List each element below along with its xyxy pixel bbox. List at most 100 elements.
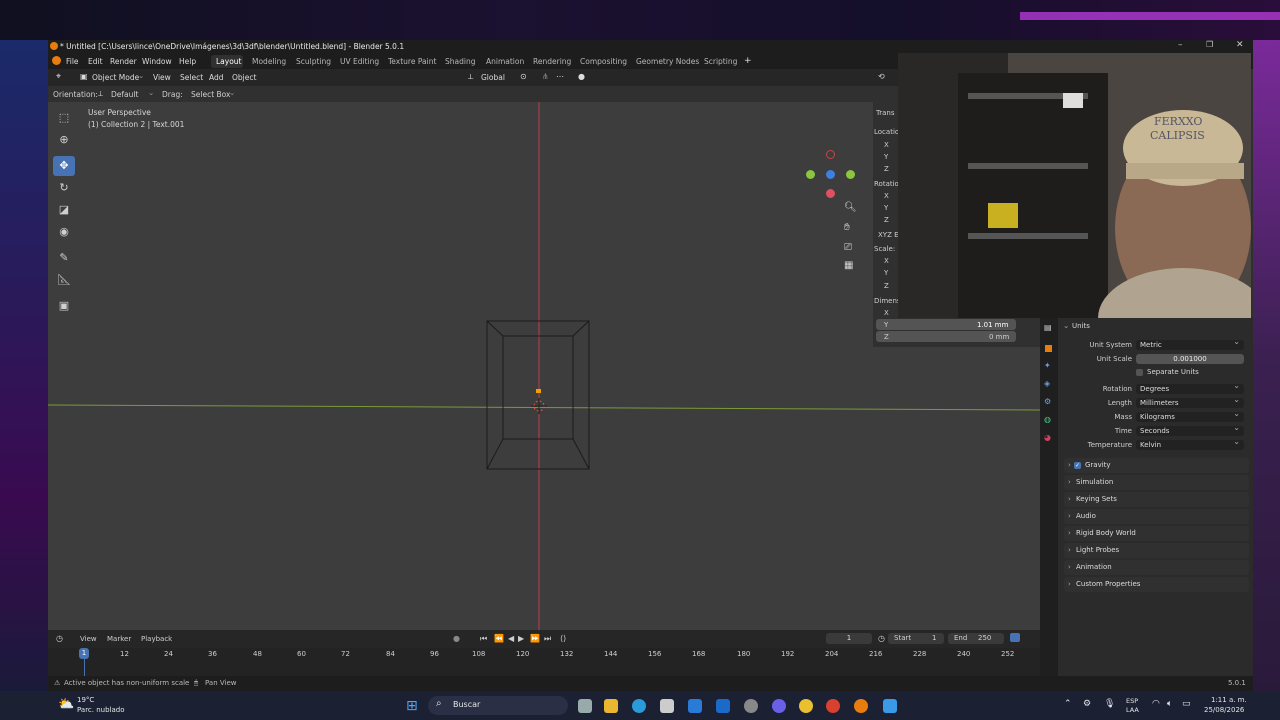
length-units-dropdown[interactable]: Millimeters [1136, 395, 1244, 408]
preview-range-icon[interactable]: ◷ [878, 634, 885, 643]
start-icon[interactable]: ⊞ [406, 698, 418, 714]
menu-select[interactable]: Select [180, 73, 203, 82]
jump-end-icon[interactable]: ⏭ [544, 634, 551, 644]
editor-type-icon[interactable]: ⌖ [56, 72, 61, 82]
snap-target-icon[interactable]: ⋯ [556, 72, 564, 81]
timeline-playback-menu[interactable]: Playback [141, 635, 172, 643]
volume-icon[interactable]: 🔈︎ [1167, 699, 1172, 709]
rotation-units-dropdown[interactable]: Degrees [1136, 381, 1244, 394]
menu-render[interactable]: Render [110, 57, 137, 66]
collection-tab-icon[interactable]: ◕ [1044, 433, 1051, 442]
discord-icon[interactable] [772, 699, 786, 713]
hand-icon[interactable]: ✋︎ [844, 222, 850, 233]
scale-tool-icon[interactable]: ◪ [53, 200, 75, 220]
gravity-panel[interactable]: › ✓ Gravity [1064, 458, 1249, 473]
file-explorer-icon[interactable] [604, 699, 618, 713]
tab-animation[interactable]: Animation [486, 57, 524, 66]
blender-taskbar-icon[interactable] [854, 699, 868, 713]
autokey-icon[interactable]: ● [453, 634, 460, 643]
unit-scale-field[interactable]: 0.001000 [1136, 354, 1244, 364]
chrome-icon[interactable] [799, 699, 813, 713]
play-icon[interactable]: ▶ [518, 634, 524, 643]
render-tab-icon[interactable] [1045, 345, 1052, 352]
rigid-body-world-panel[interactable]: › Rigid Body World [1064, 526, 1249, 541]
mode-dropdown[interactable]: Object Mode [92, 73, 139, 82]
transform-orientation-dropdown[interactable]: Global [481, 73, 505, 82]
tray-chevron-icon[interactable]: ⌃ [1064, 699, 1072, 709]
dim-y-field[interactable]: 1.01 mm [977, 321, 1008, 329]
battery-icon[interactable]: ▭ [1182, 699, 1191, 709]
store-icon[interactable] [660, 699, 674, 713]
reverse-play-icon[interactable]: ◀ [508, 634, 514, 643]
tab-shading[interactable]: Shading [445, 57, 475, 66]
output-tab-icon[interactable]: ✦ [1044, 361, 1051, 370]
menu-object[interactable]: Object [232, 73, 256, 82]
rotate-tool-icon[interactable]: ↻ [53, 178, 75, 198]
gizmo-y-pos-icon[interactable] [846, 170, 855, 179]
weather-icon[interactable]: ⛅ [58, 697, 74, 712]
end-frame-field[interactable]: End 250 [948, 633, 1004, 644]
tab-modeling[interactable]: Modeling [252, 57, 286, 66]
view-layer-tab-icon[interactable]: ◈ [1044, 379, 1050, 388]
wifi-icon[interactable]: ◠ [1152, 699, 1160, 709]
task-view-icon[interactable] [578, 699, 592, 713]
custom-properties-panel[interactable]: › Custom Properties [1064, 577, 1249, 592]
pivot-icon[interactable]: ⊙ [520, 72, 527, 81]
vscode-icon[interactable] [688, 699, 702, 713]
menu-edit[interactable]: Edit [88, 57, 103, 66]
separate-units-checkbox[interactable] [1136, 369, 1143, 376]
keying-sets-panel[interactable]: › Keying Sets [1064, 492, 1249, 507]
tab-layout[interactable]: Layout [216, 57, 242, 66]
playhead[interactable]: 1 [79, 648, 89, 659]
jump-start-icon[interactable]: ⏮ [480, 634, 487, 644]
animation-panel[interactable]: › Animation [1064, 560, 1249, 575]
unit-system-dropdown[interactable]: Metric [1136, 337, 1244, 350]
gizmo-x-icon[interactable] [826, 189, 835, 198]
units-panel-title[interactable]: Units [1072, 322, 1090, 330]
blender-menu-icon[interactable] [52, 56, 61, 65]
menu-view[interactable]: View [153, 73, 171, 82]
grid-icon[interactable]: ▦ [844, 260, 853, 271]
select-box-tool-icon[interactable]: ⬚ [53, 108, 75, 128]
microphone-icon[interactable]: 🎙︎ [1104, 699, 1115, 709]
menu-help[interactable]: Help [179, 57, 196, 66]
tab-uv-editing[interactable]: UV Editing [340, 57, 379, 66]
rotation-mode-dropdown[interactable]: XYZ E [878, 231, 899, 239]
measure-tool-icon[interactable]: 📐︎ [53, 270, 75, 290]
menu-window[interactable]: Window [142, 57, 172, 66]
language-bottom[interactable]: LAA [1126, 706, 1139, 714]
add-workspace-icon[interactable]: + [744, 56, 752, 66]
tab-rendering[interactable]: Rendering [533, 57, 571, 66]
timeline-ruler[interactable]: 12 24 36 48 60 72 84 96 108 120 132 144 … [48, 648, 1040, 661]
gizmo-z-icon[interactable] [826, 170, 835, 179]
light-probes-panel[interactable]: › Light Probes [1064, 543, 1249, 558]
tab-scripting[interactable]: Scripting [704, 57, 737, 66]
taskbar-search-box[interactable] [428, 696, 568, 715]
outlook-icon[interactable] [716, 699, 730, 713]
keyframe-icons[interactable]: ⟨⟩ [560, 634, 566, 643]
timeline-view-menu[interactable]: View [80, 635, 97, 643]
tab-compositing[interactable]: Compositing [580, 57, 627, 66]
timeline-marker-menu[interactable]: Marker [107, 635, 131, 643]
edge-icon[interactable] [632, 699, 646, 713]
audio-panel[interactable]: › Audio [1064, 509, 1249, 524]
tray-app-icon[interactable]: ⚙ [1083, 699, 1091, 709]
tab-sculpting[interactable]: Sculpting [296, 57, 331, 66]
language-top[interactable]: ESP [1126, 697, 1138, 705]
dim-z-field[interactable]: 0 mm [989, 333, 1009, 341]
clock-time[interactable]: 1:11 a. m. [1211, 696, 1247, 704]
menu-file[interactable]: File [66, 57, 79, 66]
zoom-icon[interactable]: 🔍︎ [844, 202, 857, 213]
move-tool-icon[interactable]: ✥ [53, 156, 75, 176]
cursor-tool-icon[interactable]: ⊕ [53, 130, 75, 150]
minimize-icon[interactable]: – [1178, 40, 1183, 50]
gizmo-y-icon[interactable] [806, 170, 815, 179]
add-cube-tool-icon[interactable]: ▣ [53, 296, 75, 316]
tab-texture-paint[interactable]: Texture Paint [388, 57, 436, 66]
menu-add[interactable]: Add [209, 73, 224, 82]
snap-icon[interactable]: ⋔ [542, 72, 549, 81]
simulation-panel[interactable]: › Simulation [1064, 475, 1249, 490]
temperature-units-dropdown[interactable]: Kelvin [1136, 437, 1244, 450]
next-keyframe-icon[interactable]: ⏩ [530, 634, 540, 643]
close-icon[interactable]: ✕ [1236, 40, 1244, 50]
